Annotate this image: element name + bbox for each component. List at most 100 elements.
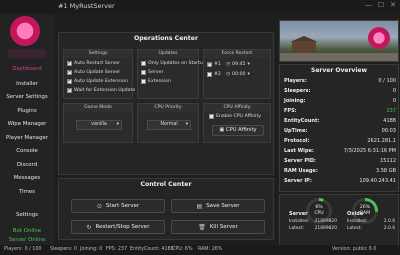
sidebar-item-console[interactable]: Console	[0, 148, 54, 154]
restart-label: #1	[214, 62, 221, 67]
title-bar: #1 MyRustServer — ☐ ✕	[0, 0, 400, 14]
checkbox-label: Enable CPU Affinity	[216, 114, 262, 119]
status-version: Version: public 6.0	[332, 247, 377, 252]
app-logo	[10, 16, 40, 46]
cpu-priority-header: CPU Priority	[138, 104, 198, 112]
save-icon: ▤	[196, 202, 203, 210]
checkbox-label: Auto Update Server	[74, 70, 121, 75]
status-entities: EntityCount: 4188	[130, 247, 174, 252]
checkbox-icon[interactable]	[209, 114, 214, 119]
auto-update-server-checkbox[interactable]: Auto Update Server	[67, 69, 121, 75]
status-fps: FPS: 237	[106, 247, 127, 252]
checkbox-label: Server	[148, 70, 164, 75]
refresh-icon: ↻	[86, 223, 92, 231]
play-icon: ⊙	[96, 202, 102, 210]
minimize-button[interactable]: —	[365, 1, 372, 9]
close-button[interactable]: ✕	[390, 1, 396, 9]
force-restart-1[interactable]: #1 ◷ 09:45 ▾	[207, 61, 250, 67]
sidebar-item-messages[interactable]: Messages	[0, 175, 54, 181]
sidebar-item-times[interactable]: Times	[0, 189, 54, 195]
overview-value: 237	[386, 108, 396, 114]
server-latest: Latest: 21899820	[289, 226, 337, 231]
overview-row: Joining: 0	[284, 98, 396, 104]
sidebar-item-wipe-manager[interactable]: Wipe Manager	[0, 121, 54, 127]
overview-key: Sleepers:	[284, 88, 311, 94]
enable-cpu-affinity-checkbox[interactable]: Enable CPU Affinity	[209, 114, 261, 119]
server-banner-image	[279, 20, 399, 62]
sidebar-item-installer[interactable]: Installer	[0, 81, 54, 87]
cpu-priority-select[interactable]: Normal ▾	[147, 120, 191, 130]
start-server-button[interactable]: ⊙ Start Server	[71, 199, 165, 213]
oxide-version-title: Oxide	[347, 211, 364, 217]
restart-label: #2	[214, 72, 221, 77]
restart-stop-server-button[interactable]: ↻ Restart/Stop Server	[71, 220, 165, 234]
sidebar-item-discord[interactable]: Discord	[0, 162, 54, 168]
chevron-down-icon: ▾	[116, 122, 119, 127]
sidebar-item-dashboard[interactable]: Dashboard	[0, 66, 54, 72]
overview-key: Server PID:	[284, 158, 316, 164]
overview-key: Joining:	[284, 98, 306, 104]
cpu-affinity-button[interactable]: ▣ CPU Affinity	[212, 125, 264, 136]
auto-restart-checkbox[interactable]: Auto Restart Server	[67, 60, 121, 66]
overview-row: RAM Usage: 3.58 GB	[284, 168, 396, 174]
game-mode-select[interactable]: vanilla ▾	[76, 120, 122, 130]
game-mode-value: vanilla	[91, 122, 107, 127]
checkbox-icon[interactable]	[67, 60, 72, 66]
force-restart-2[interactable]: #2 ◷ 00:00 ▾	[207, 72, 250, 77]
checkbox-icon[interactable]	[141, 70, 146, 75]
overview-row: FPS: 237	[284, 108, 396, 114]
overview-row: UpTime: 00:03	[284, 128, 396, 134]
checkbox-label: Wait for Extension Update	[74, 88, 136, 93]
bot-status: Bot Online	[12, 228, 42, 234]
overview-title: Server Overview	[311, 67, 367, 74]
clock-icon: ◷	[225, 62, 231, 67]
overview-row: Server PID: 15112	[284, 158, 396, 164]
updates-on-startup-checkbox[interactable]: Only Updates on Startup	[141, 61, 206, 66]
chevron-down-icon[interactable]: ▾	[248, 72, 250, 77]
checkbox-icon[interactable]	[207, 61, 212, 67]
maximize-button[interactable]: ☐	[378, 1, 384, 9]
checkbox-icon[interactable]	[67, 78, 72, 84]
overview-row: Players: 0 / 100	[284, 78, 396, 84]
checkbox-label: Extension	[148, 79, 172, 84]
checkbox-icon[interactable]	[67, 69, 72, 75]
overview-key: EntityCount:	[284, 118, 320, 124]
sidebar-item-plugins[interactable]: Plugins	[0, 108, 54, 114]
checkbox-icon[interactable]	[141, 61, 146, 66]
window-title: #1 MyRustServer	[58, 2, 115, 10]
status-ram: RAM: 26%	[198, 247, 223, 252]
overview-key: Players:	[284, 78, 307, 84]
updates-group: Updates Only Updates on Startup Server E…	[137, 49, 206, 99]
cpu-affinity-label: CPU Affinity	[225, 127, 257, 133]
control-title: Control Center	[140, 181, 192, 188]
auto-update-extension-checkbox[interactable]: Auto Update Extension	[67, 78, 128, 84]
sidebar-item-settings[interactable]: Settings	[0, 212, 54, 218]
control-center: Control Center ⊙ Start Server ▤ Save Serve…	[58, 178, 274, 240]
save-server-button[interactable]: ▤ Save Server	[171, 199, 265, 213]
overview-row: Server IP: 109.40.243.41	[284, 178, 396, 184]
sidebar-item-server-settings[interactable]: Server Settings	[0, 94, 54, 100]
update-extension-checkbox[interactable]: Extension	[141, 79, 171, 84]
operations-title: Operations Center	[133, 35, 199, 42]
checkbox-icon[interactable]	[207, 72, 212, 77]
restart-time[interactable]: 00:00	[232, 72, 246, 77]
kill-server-button[interactable]: 🗑 Kill Server	[171, 220, 265, 234]
checkbox-label: Auto Restart Server	[74, 61, 121, 66]
status-cpu: CPU: 6%	[172, 247, 193, 252]
update-server-checkbox[interactable]: Server	[141, 70, 163, 75]
server-version-title: Server	[289, 211, 308, 217]
overview-key: UpTime:	[284, 128, 308, 134]
operations-center: Operations Center Settings Auto Restart …	[58, 32, 274, 175]
overview-value: 0	[392, 88, 396, 94]
checkbox-icon[interactable]	[141, 79, 146, 84]
wait-extension-checkbox[interactable]: Wait for Extension Update	[67, 87, 136, 93]
server-overview: Server Overview Players: 0 / 100 Sleepers:…	[279, 64, 399, 192]
chevron-down-icon[interactable]: ▾	[248, 62, 250, 67]
restart-time[interactable]: 09:45	[232, 62, 246, 67]
cpu-priority-group: CPU Priority Normal ▾	[137, 103, 199, 143]
overview-value: 109.40.243.41	[359, 178, 396, 184]
checkbox-icon[interactable]	[67, 87, 72, 93]
oxide-latest: Latest: 2.0.6	[347, 226, 395, 231]
sidebar-item-player-manager[interactable]: Player Manager	[0, 135, 54, 141]
force-restart-group: Force Restart #1 ◷ 09:45 ▾ #2 ◷ 00:00 ▾	[203, 49, 271, 99]
